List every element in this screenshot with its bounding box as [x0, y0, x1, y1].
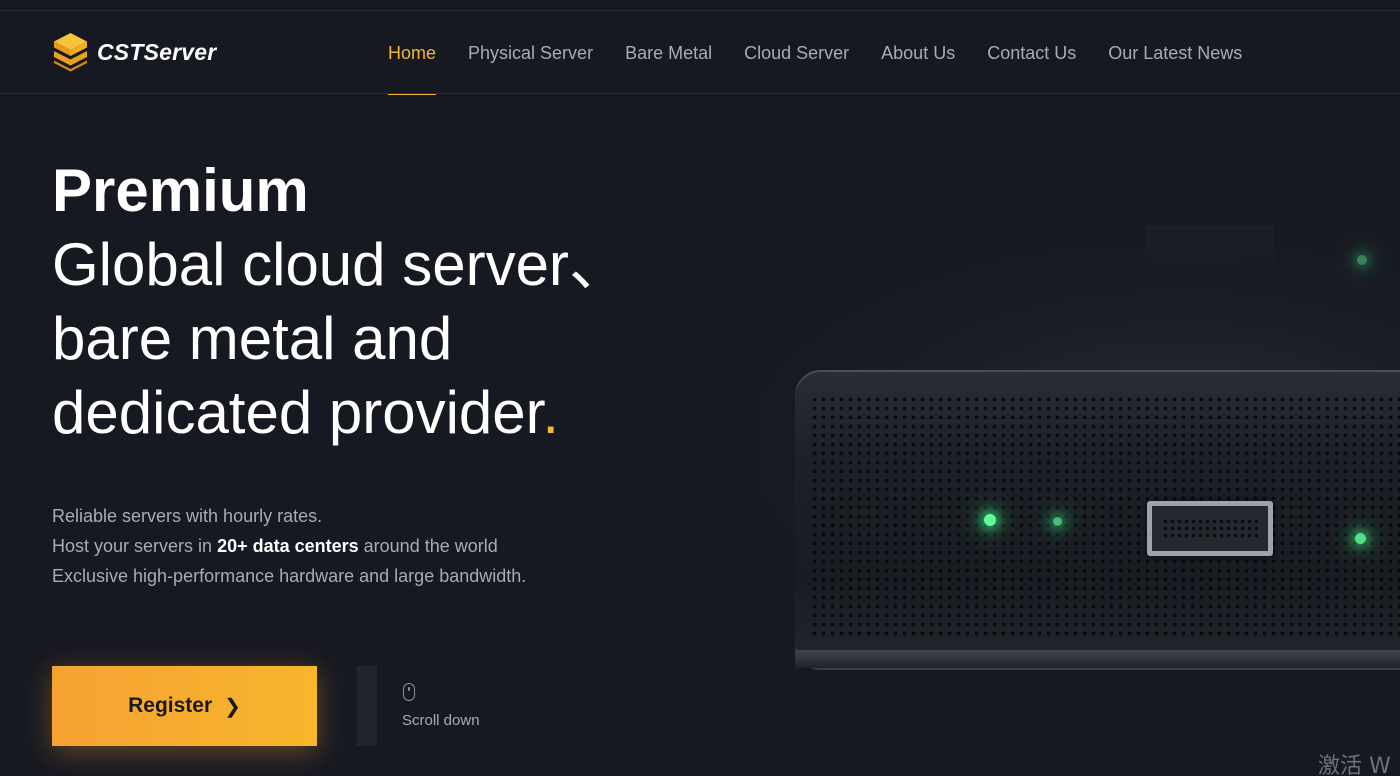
nav-item-physical-server[interactable]: Physical Server — [452, 11, 609, 94]
server-mesh — [810, 395, 1400, 640]
nav-item-cloud-server[interactable]: Cloud Server — [728, 11, 865, 94]
accent-dot: . — [542, 379, 560, 446]
nav-item-about-us[interactable]: About Us — [865, 11, 971, 94]
mouse-icon[interactable] — [403, 683, 415, 701]
hero-desc-line: Host your servers in 20+ data centers ar… — [52, 531, 526, 561]
nav-item-bare-metal[interactable]: Bare Metal — [609, 11, 728, 94]
site-header: CSTServer Home Physical Server Bare Meta… — [0, 11, 1400, 95]
hero-title-line: dedicated provider. — [52, 376, 692, 450]
server-rail — [795, 650, 1400, 668]
hero-title-bold: Premium — [52, 157, 309, 224]
register-button[interactable]: Register ❯ — [52, 666, 317, 746]
hero-desc-text: around the world — [358, 536, 498, 556]
hero-desc-text: Host your servers in — [52, 536, 218, 556]
hero-title-line: Global cloud server、 — [52, 231, 629, 298]
logo-cube-icon — [54, 33, 87, 72]
nav-item-contact-us[interactable]: Contact Us — [971, 11, 1092, 94]
scroll-indicator-bar — [357, 666, 377, 746]
hero-desc-highlight: 20+ data centers — [217, 536, 359, 556]
hero-server-image — [700, 95, 1400, 776]
chevron-right-icon: ❯ — [224, 695, 241, 718]
hero-headline: Premium Global cloud server、 bare metal … — [52, 154, 692, 450]
nav-item-latest-news[interactable]: Our Latest News — [1092, 11, 1258, 94]
nav-item-home[interactable]: Home — [372, 11, 452, 95]
rack-top-box — [1145, 225, 1275, 285]
register-label: Register — [128, 694, 213, 717]
brand-logo[interactable]: CSTServer — [52, 32, 216, 72]
hero-desc-line: Reliable servers with hourly rates. — [52, 506, 323, 526]
status-led — [1355, 533, 1366, 544]
status-led — [984, 514, 996, 526]
server-handle — [1147, 501, 1273, 556]
status-led — [1053, 517, 1062, 526]
activation-watermark: 激活 W — [1318, 754, 1391, 776]
scroll-down-label[interactable]: Scroll down — [402, 712, 480, 729]
hero-title-line: bare metal and — [52, 305, 453, 372]
brand-name: CSTServer — [97, 38, 217, 65]
hero-desc-line: Exclusive high-performance hardware and … — [52, 566, 527, 586]
status-led — [1357, 255, 1367, 265]
hero-description: Reliable servers with hourly rates. Host… — [52, 501, 526, 591]
hero-title-text: dedicated provider — [52, 379, 543, 446]
main-nav: Home Physical Server Bare Metal Cloud Se… — [372, 11, 1258, 95]
